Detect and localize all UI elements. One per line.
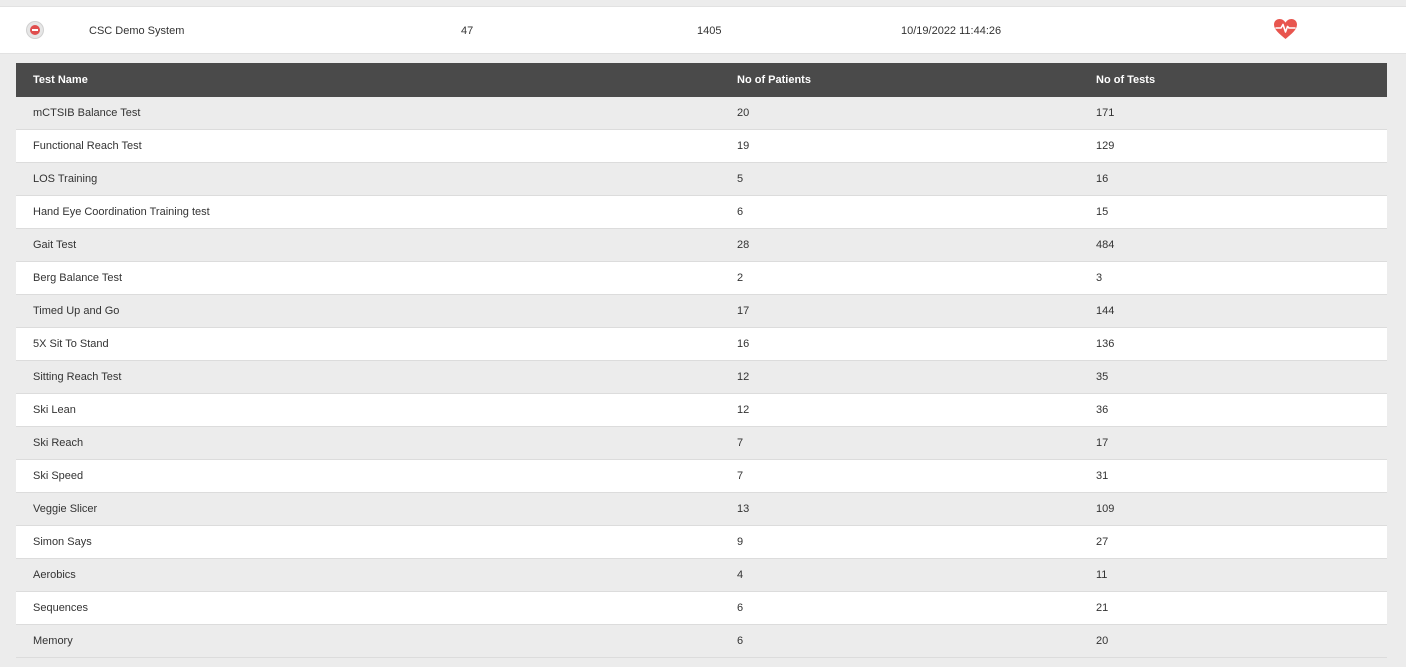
minus-circle-icon [30,25,40,35]
cell-test-name: Sequences [33,602,89,614]
tests-table: Test Name No of Patients No of Tests mCT… [16,63,1387,658]
cell-test-name: Sitting Reach Test [33,371,122,383]
cell-tests: 35 [1096,371,1109,383]
cell-test-name: Timed Up and Go [33,305,120,317]
cell-test-name: LOS Training [33,173,98,185]
cell-test-name: Simon Says [33,536,92,548]
cell-tests: 484 [1096,239,1115,251]
column-header-test-name[interactable]: Test Name [33,73,88,87]
cell-tests: 20 [1096,635,1109,647]
table-row[interactable]: Sitting Reach Test 12 35 [16,361,1387,394]
cell-test-name: 5X Sit To Stand [33,338,109,350]
cell-patients: 16 [737,338,750,350]
column-header-tests[interactable]: No of Tests [1096,73,1155,87]
cell-test-name: Hand Eye Coordination Training test [33,206,210,218]
cell-tests: 3 [1096,272,1103,284]
cell-tests: 17 [1096,437,1109,449]
cell-tests: 16 [1096,173,1109,185]
cell-patients: 2 [737,272,744,284]
system-summary-row[interactable]: CSC Demo System 47 1405 10/19/2022 11:44… [0,6,1406,54]
cell-test-name: Ski Reach [33,437,84,449]
cell-tests: 21 [1096,602,1109,614]
cell-patients: 4 [737,569,744,581]
cell-patients: 17 [737,305,750,317]
cell-tests: 11 [1096,569,1108,581]
table-row[interactable]: Ski Reach 7 17 [16,427,1387,460]
system-last-updated: 10/19/2022 11:44:26 [901,25,1002,37]
cell-patients: 7 [737,470,744,482]
cell-test-name: Gait Test [33,239,77,251]
cell-tests: 15 [1096,206,1109,218]
cell-patients: 6 [737,206,744,218]
table-row[interactable]: Ski Lean 12 36 [16,394,1387,427]
cell-tests: 129 [1096,140,1115,152]
table-row[interactable]: Hand Eye Coordination Training test 6 15 [16,196,1387,229]
cell-tests: 109 [1096,503,1115,515]
cell-test-name: Ski Speed [33,470,84,482]
collapse-row-button[interactable] [26,21,44,39]
cell-tests: 136 [1096,338,1115,350]
cell-tests: 144 [1096,305,1115,317]
cell-test-name: Aerobics [33,569,76,581]
table-row[interactable]: Functional Reach Test 19 129 [16,130,1387,163]
cell-patients: 12 [737,404,750,416]
cell-patients: 7 [737,437,744,449]
table-row[interactable]: Gait Test 28 484 [16,229,1387,262]
cell-patients: 28 [737,239,750,251]
cell-patients: 12 [737,371,750,383]
heartbeat-icon[interactable] [1273,18,1298,40]
cell-patients: 9 [737,536,744,548]
cell-test-name: Berg Balance Test [33,272,123,284]
table-row[interactable]: LOS Training 5 16 [16,163,1387,196]
cell-test-name: mCTSIB Balance Test [33,107,141,119]
cell-patients: 19 [737,140,750,152]
table-header: Test Name No of Patients No of Tests [16,63,1387,97]
cell-tests: 171 [1096,107,1115,119]
cell-patients: 6 [737,602,744,614]
system-name: CSC Demo System [89,25,185,37]
cell-tests: 36 [1096,404,1109,416]
cell-test-name: Veggie Slicer [33,503,98,515]
system-patient-count: 47 [461,25,474,37]
table-row[interactable]: Berg Balance Test 2 3 [16,262,1387,295]
table-row[interactable]: Veggie Slicer 13 109 [16,493,1387,526]
cell-patients: 5 [737,173,744,185]
table-row[interactable]: Ski Speed 7 31 [16,460,1387,493]
cell-tests: 27 [1096,536,1109,548]
cell-test-name: Ski Lean [33,404,76,416]
table-row[interactable]: Timed Up and Go 17 144 [16,295,1387,328]
cell-patients: 20 [737,107,750,119]
system-test-count: 1405 [697,25,722,37]
table-row[interactable]: Aerobics 4 11 [16,559,1387,592]
table-body: mCTSIB Balance Test 20 171 Functional Reach… [16,97,1387,658]
cell-patients: 6 [737,635,744,647]
table-row[interactable]: 5X Sit To Stand 16 136 [16,328,1387,361]
cell-test-name: Memory [33,635,73,647]
table-row[interactable]: Memory 6 20 [16,625,1387,658]
cell-patients: 13 [737,503,750,515]
table-row[interactable]: Sequences 6 21 [16,592,1387,625]
cell-tests: 31 [1096,470,1109,482]
cell-test-name: Functional Reach Test [33,140,142,152]
table-row[interactable]: Simon Says 9 27 [16,526,1387,559]
column-header-patients[interactable]: No of Patients [737,73,811,87]
table-row[interactable]: mCTSIB Balance Test 20 171 [16,97,1387,130]
